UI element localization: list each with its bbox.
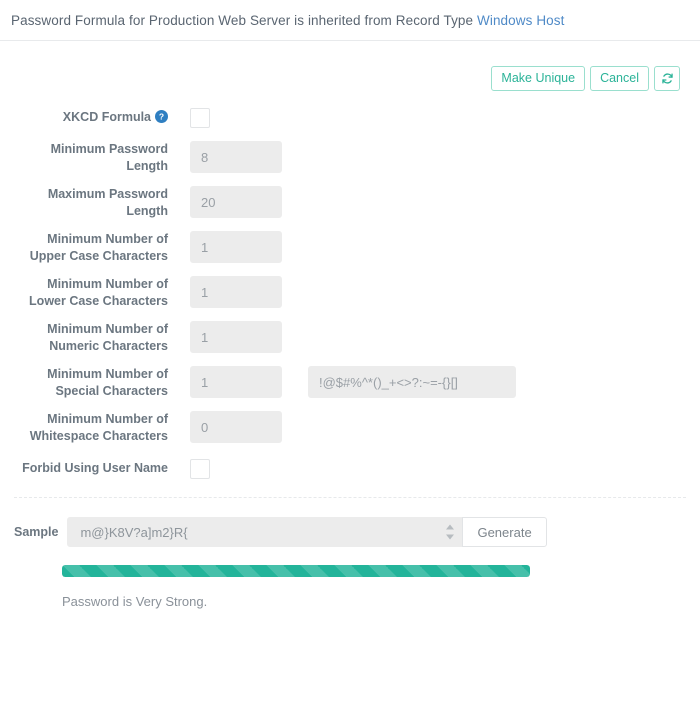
inheritance-text: Password Formula for Production Web Serv… [11,13,564,28]
form-actions-toolbar: Make Unique Cancel [0,41,700,91]
xkcd-formula-label: XKCD Formula? [0,105,168,128]
min-upper-case-input[interactable] [190,231,282,263]
sample-label: Sample [14,525,59,539]
min-numeric-label: Minimum Number of Numeric Characters [47,322,168,353]
row-forbid-username: Forbid Using User Name [0,456,700,479]
min-special-label: Minimum Number of Special Characters [47,367,168,398]
sample-stepper[interactable] [446,524,455,540]
make-unique-button[interactable]: Make Unique [491,66,586,91]
password-strength-fill [62,565,530,577]
min-password-length-input[interactable] [190,141,282,173]
cancel-button[interactable]: Cancel [590,66,649,91]
sample-input-group: Generate [67,517,547,547]
min-special-field [168,366,516,398]
password-strength-bar [62,565,530,577]
refresh-button[interactable] [654,66,680,91]
min-numeric-field [168,321,282,353]
min-password-length-label: Minimum Password Length [50,142,168,173]
sample-password-input[interactable] [78,523,452,541]
help-circle-icon[interactable]: ? [155,110,168,128]
max-password-length-label: Maximum Password Length [47,187,168,218]
row-min-lower-case: Minimum Number of Lower Case Characters [0,276,700,310]
generate-button[interactable]: Generate [462,517,547,547]
min-upper-case-field [168,231,282,263]
inheritance-banner: Password Formula for Production Web Serv… [0,0,700,41]
min-whitespace-label: Minimum Number of Whitespace Characters [29,412,168,443]
xkcd-formula-field [168,105,210,128]
min-whitespace-field [168,411,282,443]
refresh-icon [661,72,674,85]
sample-input-wrapper [67,517,463,547]
forbid-username-checkbox[interactable] [190,459,210,479]
sample-section: Sample Generate [0,498,700,547]
forbid-username-label: Forbid Using User Name [22,461,168,475]
min-upper-case-label: Minimum Number of Upper Case Characters [29,232,168,263]
min-lower-case-input[interactable] [190,276,282,308]
min-lower-case-field [168,276,282,308]
min-special-input[interactable] [190,366,282,398]
min-numeric-input[interactable] [190,321,282,353]
stepper-up-icon[interactable] [446,524,455,530]
inheritance-prefix: Password Formula for Production Web Serv… [11,12,477,28]
password-strength-text: Password is Very Strong. [62,594,208,609]
min-lower-case-label: Minimum Number of Lower Case Characters [29,277,168,308]
row-min-numeric: Minimum Number of Numeric Characters [0,321,700,355]
min-password-length-field [168,141,282,173]
stepper-down-icon[interactable] [446,534,455,540]
row-max-password-length: Maximum Password Length [0,186,700,220]
row-min-whitespace: Minimum Number of Whitespace Characters [0,411,700,445]
max-password-length-input[interactable] [190,186,282,218]
row-min-special: Minimum Number of Special Characters [0,366,700,400]
record-type-link[interactable]: Windows Host [477,13,564,28]
password-formula-form: XKCD Formula? Minimum Password Length Ma… [0,91,700,479]
special-charset-input[interactable] [308,366,516,398]
svg-text:?: ? [159,111,164,121]
forbid-username-field [168,456,210,479]
max-password-length-field [168,186,282,218]
row-min-password-length: Minimum Password Length [0,141,700,175]
row-xkcd-formula: XKCD Formula? [0,105,700,128]
min-whitespace-input[interactable] [190,411,282,443]
xkcd-formula-checkbox[interactable] [190,108,210,128]
row-min-upper-case: Minimum Number of Upper Case Characters [0,231,700,265]
